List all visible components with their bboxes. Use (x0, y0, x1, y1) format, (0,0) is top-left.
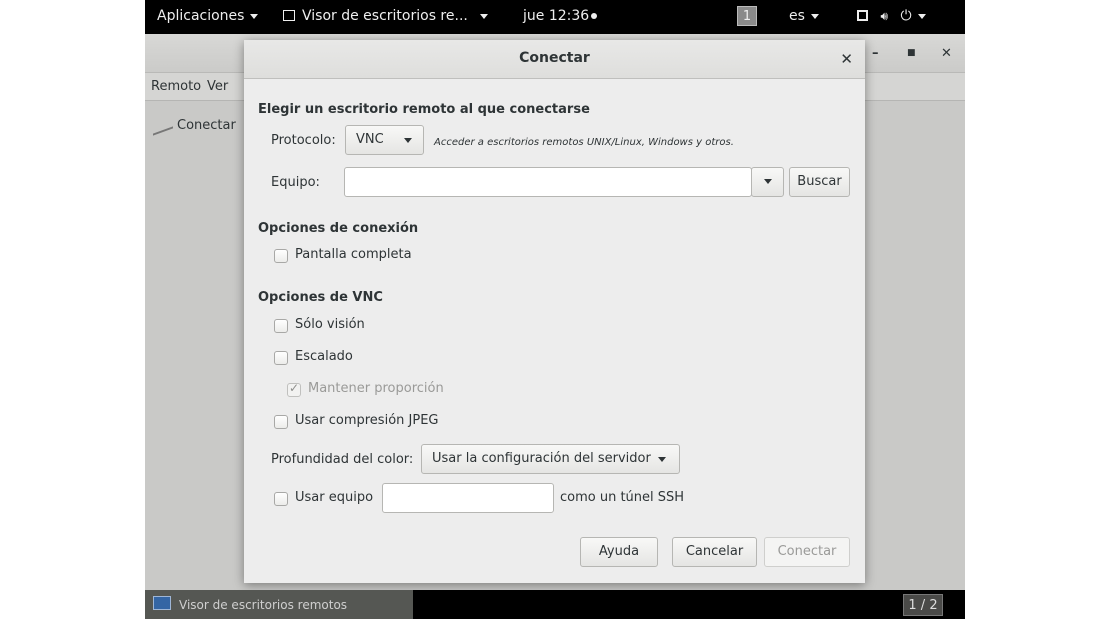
connect-dialog: Conectar ✕ Elegir un escritorio remoto a… (244, 40, 865, 583)
chevron-down-icon (479, 13, 488, 19)
bottom-bar: Visor de escritorios remotos 1 / 2 (145, 590, 965, 619)
jpeg-checkbox[interactable] (274, 415, 288, 429)
ssh-label[interactable]: Usar equipo (295, 490, 373, 505)
fullscreen-checkbox[interactable] (274, 249, 288, 263)
dialog-header: Conectar ✕ (244, 40, 865, 79)
chevron-down-icon (917, 13, 926, 19)
connect-button[interactable]: Conectar (764, 537, 850, 567)
workspace-pager[interactable]: 1 / 2 (903, 594, 943, 616)
view-only-checkbox[interactable] (274, 319, 288, 333)
taskbar-window-button[interactable]: Visor de escritorios remotos (145, 590, 413, 619)
volume-icon: 🔊︎ (880, 9, 889, 23)
chevron-down-icon (810, 13, 819, 19)
dialog-title: Conectar (519, 50, 590, 66)
status-menu[interactable]: 🔊︎ ⏻ (857, 8, 926, 24)
menu-ver[interactable]: Ver (207, 79, 228, 94)
close-icon[interactable]: ✕ (941, 46, 952, 61)
protocol-dropdown[interactable]: VNC (345, 125, 424, 155)
section-vnc-heading: Opciones de VNC (258, 290, 383, 305)
fullscreen-label[interactable]: Pantalla completa (295, 247, 412, 262)
close-icon[interactable]: ✕ (840, 50, 853, 68)
menu-remoto[interactable]: Remoto (151, 79, 201, 94)
host-history-dropdown[interactable] (751, 167, 784, 197)
clock[interactable]: jue 12:36 (523, 8, 598, 24)
protocol-value: VNC (356, 132, 384, 147)
applications-label: Aplicaciones (157, 8, 245, 24)
keep-ratio-label[interactable]: Mantener proporción (308, 381, 444, 396)
help-button[interactable]: Ayuda (580, 537, 658, 567)
section-choose-heading: Elegir un escritorio remoto al que conec… (258, 102, 590, 117)
color-depth-value: Usar la configuración del servidor (432, 451, 651, 466)
protocol-hint: Acceder a escritorios remotos UNIX/Linux… (434, 137, 734, 148)
language-label: es (789, 8, 805, 24)
chevron-down-icon (404, 138, 412, 143)
chevron-down-icon (658, 457, 666, 462)
connect-icon (153, 115, 173, 136)
view-only-label[interactable]: Sólo visión (295, 317, 365, 332)
section-connection-heading: Opciones de conexión (258, 221, 419, 236)
protocol-label: Protocolo: (271, 133, 336, 148)
color-depth-dropdown[interactable]: Usar la configuración del servidor (421, 444, 680, 474)
workspace-indicator[interactable]: 1 (737, 6, 757, 26)
window-menu-label: Visor de escritorios re... (302, 8, 468, 24)
taskbar-window-label: Visor de escritorios remotos (179, 598, 348, 612)
clock-label: jue 12:36 (523, 8, 590, 24)
search-button[interactable]: Buscar (789, 167, 850, 197)
app-icon (283, 10, 295, 21)
ssh-checkbox[interactable] (274, 492, 288, 506)
host-label: Equipo: (271, 175, 320, 190)
language-menu[interactable]: es (789, 8, 819, 24)
connect-toolbar-button[interactable]: Conectar (153, 115, 236, 136)
maximize-icon[interactable]: ■ (907, 48, 916, 58)
jpeg-label[interactable]: Usar compresión JPEG (295, 413, 438, 428)
scaling-checkbox[interactable] (274, 351, 288, 365)
power-icon: ⏻ (900, 8, 912, 24)
chevron-down-icon (250, 13, 259, 19)
chevron-down-icon (763, 179, 772, 184)
keep-ratio-checkbox[interactable] (287, 381, 301, 397)
top-bar: Aplicaciones Visor de escritorios re... … (145, 0, 965, 34)
connect-toolbar-label: Conectar (177, 118, 236, 133)
cancel-button[interactable]: Cancelar (672, 537, 757, 567)
notification-dot-icon (591, 13, 598, 19)
ssh-host-input[interactable] (382, 483, 554, 513)
window-icon (857, 10, 868, 21)
host-input[interactable] (344, 167, 752, 197)
window-menu[interactable]: Visor de escritorios re... (283, 8, 488, 24)
desktop-screen: Aplicaciones Visor de escritorios re... … (145, 0, 965, 619)
color-depth-label: Profundidad del color: (271, 452, 414, 467)
remote-viewer-icon (153, 596, 171, 610)
applications-menu[interactable]: Aplicaciones (157, 8, 259, 24)
minimize-icon[interactable]: – (872, 46, 879, 61)
scaling-label[interactable]: Escalado (295, 349, 353, 364)
ssh-suffix-label: como un túnel SSH (560, 490, 685, 505)
